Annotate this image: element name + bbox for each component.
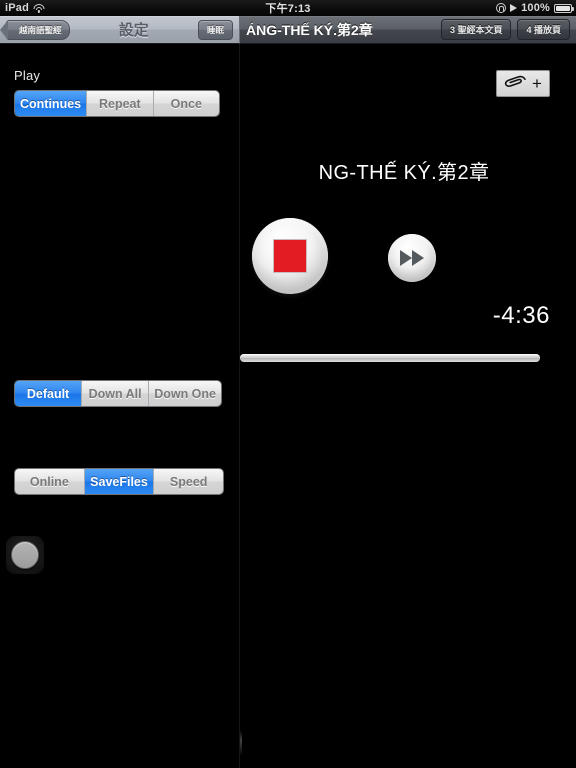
- segment-online[interactable]: Online: [15, 469, 84, 494]
- ipad-screen: iPad 下午7:13 100% 越南語聖經 設定 睡眠 ÁNG-THẾ KÝ.…: [0, 0, 576, 768]
- player-nav-title: ÁNG-THẾ KÝ.第2章: [246, 21, 373, 38]
- segment-savefiles[interactable]: SaveFiles: [83, 469, 154, 494]
- segment-once[interactable]: Once: [152, 91, 219, 116]
- battery-percent: 100%: [521, 2, 550, 14]
- fast-forward-icon-second: [412, 250, 424, 266]
- bible-text-page-button[interactable]: 3 聖經本文頁: [440, 19, 512, 40]
- paperclip-icon: [504, 75, 526, 87]
- play-icon: [510, 4, 518, 12]
- volume-knob[interactable]: [11, 541, 39, 569]
- settings-title: 設定: [118, 22, 149, 39]
- stop-icon: [273, 239, 307, 273]
- stop-button[interactable]: [252, 218, 328, 294]
- segment-default[interactable]: Default: [15, 381, 82, 406]
- play-mode-segmented-control[interactable]: Continues Repeat Once: [14, 90, 220, 117]
- status-bar: iPad 下午7:13 100%: [0, 0, 576, 16]
- back-button[interactable]: 越南語聖經: [6, 19, 70, 40]
- segment-continues[interactable]: Continues: [15, 91, 87, 116]
- segment-down-one[interactable]: Down One: [148, 381, 221, 406]
- segment-speed[interactable]: Speed: [153, 469, 223, 494]
- fast-forward-icon: [400, 250, 412, 266]
- playback-page-button[interactable]: 4 播放頁: [517, 19, 570, 40]
- segment-down-all[interactable]: Down All: [81, 381, 149, 406]
- status-bar-right: 100%: [496, 2, 574, 14]
- status-bar-clock: 下午7:13: [265, 3, 311, 15]
- sleep-button[interactable]: 睡眠: [197, 19, 233, 40]
- segment-repeat[interactable]: Repeat: [86, 91, 153, 116]
- plus-sign: +: [532, 74, 542, 93]
- time-remaining-label: -4:36: [492, 302, 550, 329]
- panel-divider-indicator: [240, 730, 242, 756]
- play-section-label: Play: [14, 68, 41, 83]
- rotation-lock-icon: [496, 3, 507, 13]
- settings-nav-bar: 越南語聖經 設定 睡眠: [0, 16, 240, 44]
- battery-icon: [554, 3, 574, 13]
- player-panel: + NG-THẾ KÝ.第2章 -4:36: [240, 44, 576, 768]
- fast-forward-button[interactable]: [388, 234, 436, 282]
- source-mode-segmented-control[interactable]: Online SaveFiles Speed: [14, 468, 224, 495]
- download-mode-segmented-control[interactable]: Default Down All Down One: [14, 380, 222, 407]
- add-bookmark-button[interactable]: +: [496, 70, 550, 97]
- volume-knob-base[interactable]: [6, 536, 44, 574]
- playback-progress-slider[interactable]: [240, 354, 540, 362]
- settings-panel: Play Continues Repeat Once Default Down …: [0, 44, 240, 768]
- chapter-title: NG-THẾ KÝ.第2章: [318, 162, 490, 184]
- player-nav-bar: ÁNG-THẾ KÝ.第2章 3 聖經本文頁 4 播放頁: [240, 16, 576, 44]
